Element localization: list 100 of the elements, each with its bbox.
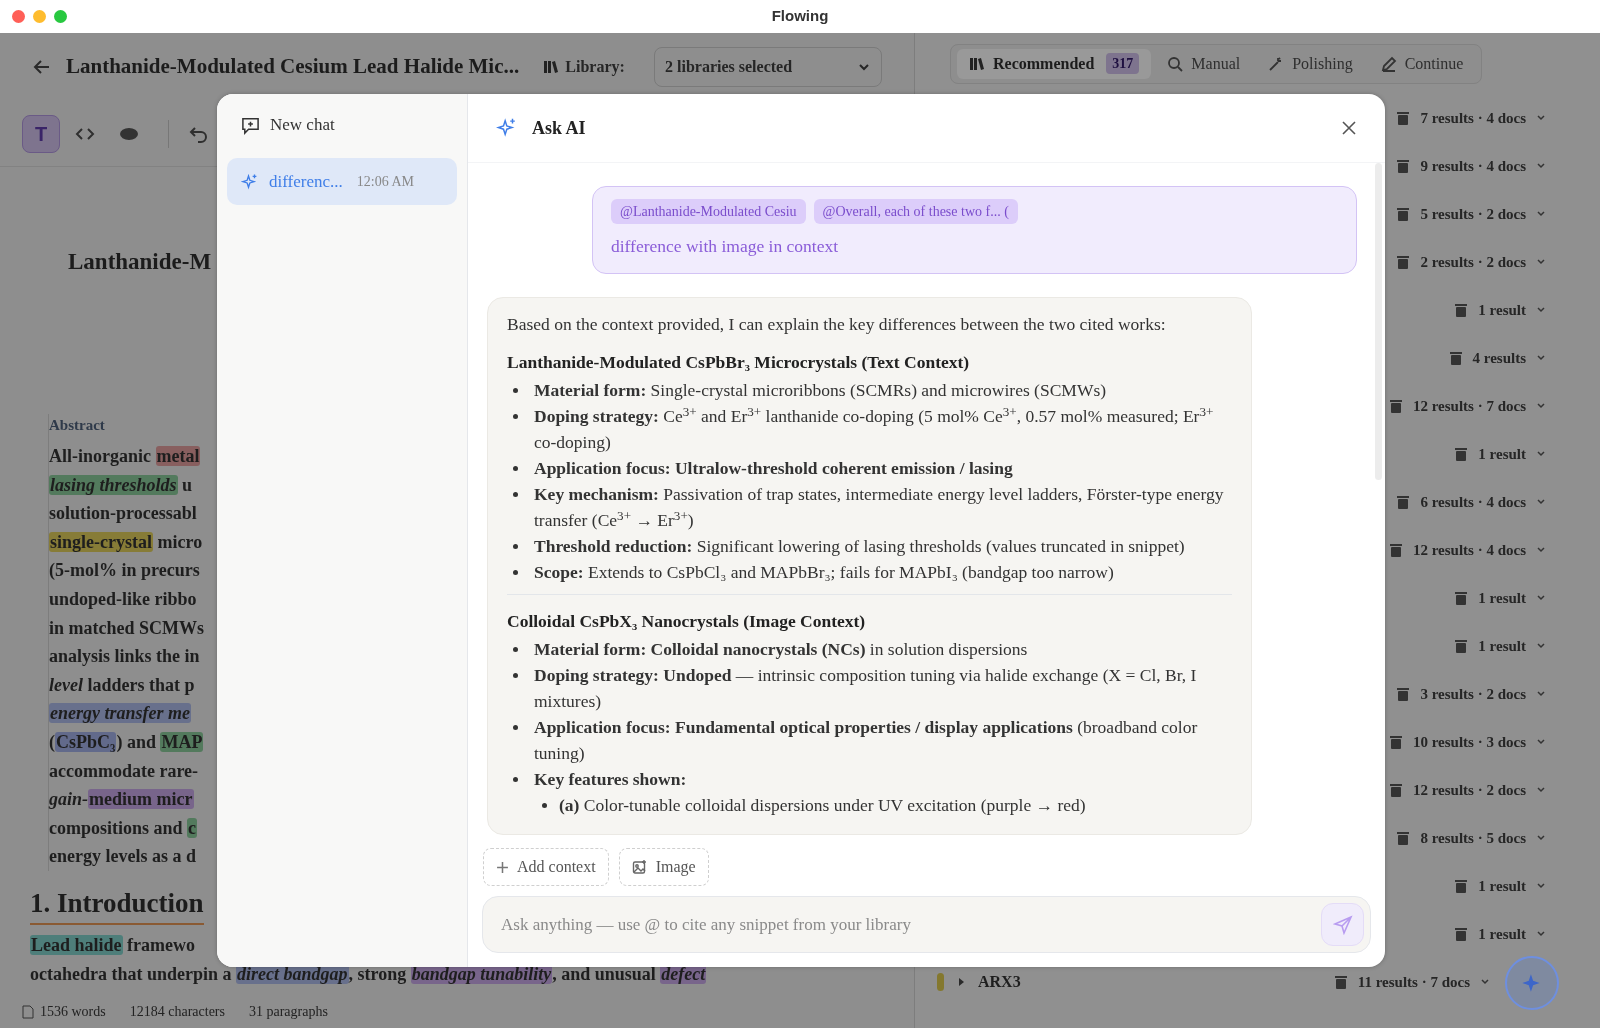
pen-icon xyxy=(1380,55,1397,72)
dialog-title: Ask AI xyxy=(532,116,586,140)
panel-tab[interactable]: Manual xyxy=(1155,48,1253,79)
list-item-text: (a) Color-tunable colloidal dispersions under UV excitation (purple → red) xyxy=(559,794,1087,818)
result-count-toggle[interactable]: 11 results · 7 docs xyxy=(1327,970,1496,994)
image-icon xyxy=(631,859,648,875)
list-bullet xyxy=(513,777,518,783)
abstract-label: Abstract xyxy=(49,415,105,435)
chevron-down-icon xyxy=(1536,209,1546,219)
list-bullet xyxy=(513,466,518,472)
section-heading: 1. Introduction xyxy=(30,882,204,926)
chevron-down-icon xyxy=(1536,113,1546,123)
chevron-down-icon xyxy=(1536,785,1546,795)
message-heading: Colloidal CsPbX₃ Nanocrystals (Image Context) xyxy=(507,610,867,634)
new-chat-button[interactable]: New chat xyxy=(227,112,457,138)
message-input-field[interactable]: Ask anything — use @ to cite any snippet from your library xyxy=(482,896,1371,953)
trash-icon xyxy=(1396,206,1411,222)
list-item-text: Application focus: Fundamental optical properties / display applications (broadband color tuning) xyxy=(534,716,1199,766)
trash-icon xyxy=(1388,734,1403,750)
list-item-text: Doping strategy: Ce$^{3+}$ and Er$^{3+}$ lanthanide co-doping (5 mol% Ce$^{3+}$, 0.57 mol% measured; Er$^{3+}$ co-doping) xyxy=(534,403,1215,455)
chevron-down-icon xyxy=(1536,401,1546,411)
chat-title: differenc... xyxy=(269,170,343,193)
result-count-toggle[interactable]: 2 results · 2 docs xyxy=(1390,250,1552,274)
image-button[interactable]: Image xyxy=(618,848,709,886)
list-bullet xyxy=(513,725,518,731)
sparkle-icon xyxy=(241,172,259,191)
list-bullet xyxy=(542,803,547,809)
sparkle-icon xyxy=(496,117,518,139)
list-item-text: Scope: Extends to CsPbCl₃ and MAPbBr₃; fails for MAPbI₃ (bandgap too narrow) xyxy=(534,561,1115,585)
citation-chip[interactable]: @Overall, each of these two f... ( xyxy=(813,199,1018,224)
chevron-down-icon xyxy=(1536,833,1546,843)
chevron-down-icon xyxy=(1536,353,1546,363)
close-window-icon[interactable] xyxy=(12,10,25,23)
result-count-toggle[interactable]: 10 results · 3 docs xyxy=(1382,730,1552,754)
abstract-text-line: solution-processabl xyxy=(49,502,197,526)
result-count-toggle[interactable]: 12 results · 2 docs xyxy=(1382,778,1552,802)
body-text-line: Lead halide framewo xyxy=(30,934,195,958)
trash-icon xyxy=(1454,302,1469,318)
result-count-toggle[interactable]: 1 result xyxy=(1448,634,1552,658)
chevron-down-icon xyxy=(1536,689,1546,699)
list-bullet xyxy=(513,647,518,653)
trash-icon xyxy=(1388,542,1403,558)
chevron-down-icon xyxy=(1480,977,1490,987)
result-count-toggle[interactable]: 5 results · 2 docs xyxy=(1390,202,1552,226)
abstract-text-line: All-inorganic metal xyxy=(49,445,201,468)
abstract-text-line: level ladders that p xyxy=(49,673,195,697)
result-count-toggle[interactable]: 1 result xyxy=(1448,874,1552,898)
close-icon[interactable] xyxy=(1341,120,1357,136)
chevron-down-icon xyxy=(1536,881,1546,891)
result-count-toggle[interactable]: 4 results xyxy=(1442,346,1552,370)
result-count-toggle[interactable]: 3 results · 2 docs xyxy=(1390,682,1552,706)
chevron-down-icon xyxy=(1536,305,1546,315)
chevron-down-icon xyxy=(1536,593,1546,603)
chevron-down-icon xyxy=(1536,161,1546,171)
library-icon xyxy=(543,59,560,75)
trash-icon xyxy=(1454,590,1469,606)
trash-icon xyxy=(1454,446,1469,462)
trash-icon xyxy=(1388,398,1403,414)
result-count-toggle[interactable]: 8 results · 5 docs xyxy=(1390,826,1552,850)
expand-caret-icon[interactable] xyxy=(956,977,966,987)
tag-label: ARX3 xyxy=(978,972,1021,992)
trash-icon xyxy=(1333,974,1348,990)
panel-tab[interactable]: Polishing xyxy=(1256,48,1365,79)
list-item-text: Doping strategy: Undoped — intrinsic composition tuning via halide exchange (X = Cl, Br, I mixtures) xyxy=(534,664,1198,714)
zoom-window-icon[interactable] xyxy=(54,10,67,23)
result-count-toggle[interactable]: 7 results · 4 docs xyxy=(1390,106,1552,130)
citation-chip[interactable]: @Lanthanide-Modulated Cesiu xyxy=(611,199,806,224)
send-button[interactable] xyxy=(1321,903,1364,946)
list-item-text: Material form: Single-crystal microribbons (SCMRs) and microwires (SCMWs) xyxy=(534,379,1108,403)
result-count-toggle[interactable]: 1 result xyxy=(1448,442,1552,466)
abstract-text-line: (5-mol% in precurs xyxy=(49,559,200,583)
result-count-toggle[interactable]: 9 results · 4 docs xyxy=(1390,154,1552,178)
result-count-toggle[interactable]: 6 results · 4 docs xyxy=(1390,490,1552,514)
list-bullet xyxy=(513,570,518,576)
library-select[interactable]: 2 libraries selected xyxy=(654,47,882,87)
result-count-toggle[interactable]: 1 result xyxy=(1448,586,1552,610)
chevron-down-icon xyxy=(1536,641,1546,651)
abstract-text-line: lasing thresholds u xyxy=(49,473,193,497)
panel-tab[interactable]: Recommended 317 xyxy=(957,48,1152,79)
chevron-down-icon xyxy=(1536,449,1546,459)
trash-icon xyxy=(1396,158,1411,174)
abstract-text-line: undoped-like ribbo xyxy=(49,587,197,611)
abstract-text-line: gain-medium micr xyxy=(49,788,194,812)
message-input[interactable]: Ask anything — use @ to cite any snippet from your library xyxy=(501,911,1321,938)
chevron-down-icon xyxy=(1536,257,1546,267)
result-count-toggle[interactable]: 1 result xyxy=(1448,922,1552,946)
trash-icon xyxy=(1388,782,1403,798)
trash-icon xyxy=(1396,254,1411,270)
add-context-button[interactable]: Add context xyxy=(483,848,609,886)
result-count-toggle[interactable]: 12 results · 7 docs xyxy=(1382,394,1552,418)
trash-icon xyxy=(1454,878,1469,894)
character-count: 12184 characters xyxy=(129,1003,225,1021)
chevron-down-icon xyxy=(1536,497,1546,507)
chat-history-item[interactable]: differenc... 12:06 AM xyxy=(227,158,457,205)
window-title: Flowing xyxy=(771,6,829,27)
panel-tab[interactable]: Continue xyxy=(1368,48,1476,79)
result-count-toggle[interactable]: 12 results · 4 docs xyxy=(1382,538,1552,562)
count-badge: 317 xyxy=(1106,53,1140,74)
result-count-toggle[interactable]: 1 result xyxy=(1448,298,1552,322)
text-mode-button[interactable]: T xyxy=(22,114,60,153)
